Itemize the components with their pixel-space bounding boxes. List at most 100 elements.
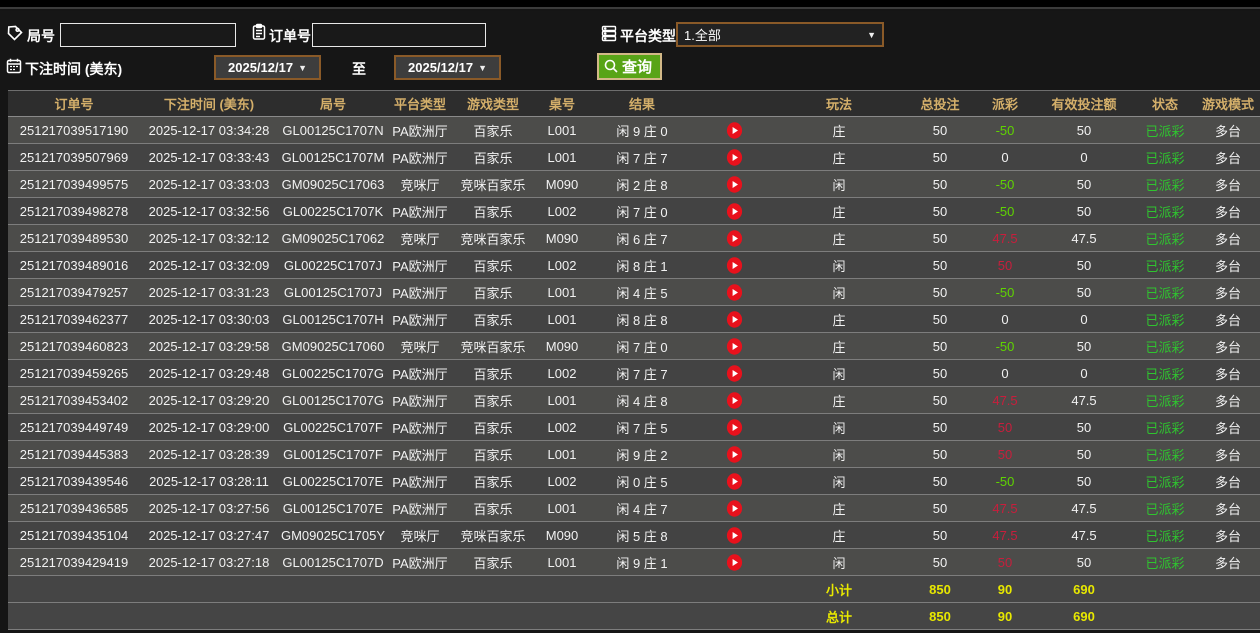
cell-payout: -50	[976, 279, 1034, 306]
cell-status: 已派彩	[1134, 171, 1196, 198]
cell-order: 251217039479257	[8, 279, 140, 306]
col-header-mode: 游戏模式	[1196, 91, 1260, 117]
magnifier-icon	[603, 58, 620, 75]
play-icon[interactable]	[694, 117, 774, 144]
cell-payout: 0	[976, 144, 1034, 171]
play-icon[interactable]	[694, 252, 774, 279]
server-icon	[600, 24, 618, 42]
cell-platform: PA欧洲厅	[388, 117, 452, 144]
play-icon[interactable]	[694, 171, 774, 198]
cell-game: 百家乐	[452, 117, 534, 144]
cell-time: 2025-12-17 03:29:00	[140, 414, 278, 441]
cell-payout: 50	[976, 252, 1034, 279]
order-input[interactable]	[312, 23, 486, 47]
table-row: 2512170394365852025-12-17 03:27:56GL0012…	[8, 495, 1260, 522]
cell-platform: 竞咪厅	[388, 522, 452, 549]
play-icon[interactable]	[694, 549, 774, 576]
play-icon[interactable]	[694, 387, 774, 414]
cell-table: L002	[534, 252, 590, 279]
empty-cell	[140, 603, 278, 630]
col-header-order: 订单号	[8, 91, 140, 117]
cell-total: 50	[904, 414, 976, 441]
platform-select[interactable]: 1.全部 ▼	[676, 22, 884, 47]
cell-valid: 47.5	[1034, 495, 1134, 522]
cell-mode: 多台	[1196, 468, 1260, 495]
date-from-select[interactable]: 2025/12/17 ▼	[214, 55, 321, 80]
cell-payout: -50	[976, 198, 1034, 225]
play-icon[interactable]	[694, 333, 774, 360]
play-icon[interactable]	[694, 441, 774, 468]
cell-table: M090	[534, 225, 590, 252]
subtotal-row: 小计85090690	[8, 576, 1260, 603]
table-row: 2512170394608232025-12-17 03:29:58GM0902…	[8, 333, 1260, 360]
cell-valid: 47.5	[1034, 387, 1134, 414]
cell-table: L002	[534, 360, 590, 387]
cell-result: 闲 5 庄 8	[590, 522, 694, 549]
cell-valid: 50	[1034, 414, 1134, 441]
cell-status: 已派彩	[1134, 279, 1196, 306]
round-filter-label: 局号	[27, 26, 55, 46]
filter-bar: 局号 订单号 平台类型 1.全部 ▼	[0, 11, 1260, 90]
cell-round: GL00225C1707E	[278, 468, 388, 495]
tag-icon	[6, 24, 24, 42]
cell-order: 251217039517190	[8, 117, 140, 144]
cell-round: GL00125C1707M	[278, 144, 388, 171]
cell-payout: 47.5	[976, 225, 1034, 252]
cell-status: 已派彩	[1134, 387, 1196, 414]
play-icon[interactable]	[694, 360, 774, 387]
cell-order: 251217039507969	[8, 144, 140, 171]
cell-payout: 50	[976, 441, 1034, 468]
play-icon[interactable]	[694, 414, 774, 441]
cell-status: 已派彩	[1134, 306, 1196, 333]
cell-round: GL00125C1707E	[278, 495, 388, 522]
cell-platform: PA欧洲厅	[388, 360, 452, 387]
cell-mode: 多台	[1196, 360, 1260, 387]
cell-game: 百家乐	[452, 198, 534, 225]
cell-platform: 竞咪厅	[388, 225, 452, 252]
cell-total: 50	[904, 198, 976, 225]
subtotal-row-label: 小计	[774, 576, 904, 603]
cell-status: 已派彩	[1134, 441, 1196, 468]
cell-table: L001	[534, 306, 590, 333]
cell-platform: PA欧洲厅	[388, 468, 452, 495]
cell-order: 251217039489016	[8, 252, 140, 279]
cell-valid: 50	[1034, 468, 1134, 495]
cell-platform: PA欧洲厅	[388, 198, 452, 225]
table-row: 2512170394294192025-12-17 03:27:18GL0012…	[8, 549, 1260, 576]
cell-total: 50	[904, 279, 976, 306]
cell-valid: 50	[1034, 549, 1134, 576]
cell-platform: PA欧洲厅	[388, 549, 452, 576]
empty-cell	[8, 603, 140, 630]
empty-cell	[590, 576, 694, 603]
empty-cell	[1134, 576, 1196, 603]
play-icon[interactable]	[694, 306, 774, 333]
search-button[interactable]: 查询	[597, 53, 662, 80]
cell-round: GL00125C1707J	[278, 279, 388, 306]
empty-cell	[534, 576, 590, 603]
round-input[interactable]	[60, 23, 236, 47]
cell-round: GL00125C1707N	[278, 117, 388, 144]
play-icon[interactable]	[694, 468, 774, 495]
play-icon[interactable]	[694, 495, 774, 522]
table-row: 2512170394534022025-12-17 03:29:20GL0012…	[8, 387, 1260, 414]
cell-play: 闲	[774, 279, 904, 306]
cell-mode: 多台	[1196, 495, 1260, 522]
cell-game: 百家乐	[452, 468, 534, 495]
play-icon[interactable]	[694, 522, 774, 549]
cell-time: 2025-12-17 03:32:12	[140, 225, 278, 252]
platform-filter-label: 平台类型	[620, 26, 676, 46]
play-icon[interactable]	[694, 198, 774, 225]
cell-mode: 多台	[1196, 549, 1260, 576]
cell-status: 已派彩	[1134, 549, 1196, 576]
play-icon[interactable]	[694, 279, 774, 306]
grand-total-row-payout: 90	[976, 603, 1034, 630]
cell-game: 百家乐	[452, 360, 534, 387]
cell-time: 2025-12-17 03:29:48	[140, 360, 278, 387]
cell-game: 百家乐	[452, 279, 534, 306]
date-to-select[interactable]: 2025/12/17 ▼	[394, 55, 501, 80]
cell-valid: 50	[1034, 198, 1134, 225]
play-icon[interactable]	[694, 144, 774, 171]
cell-platform: PA欧洲厅	[388, 252, 452, 279]
play-icon[interactable]	[694, 225, 774, 252]
cell-play: 庄	[774, 387, 904, 414]
